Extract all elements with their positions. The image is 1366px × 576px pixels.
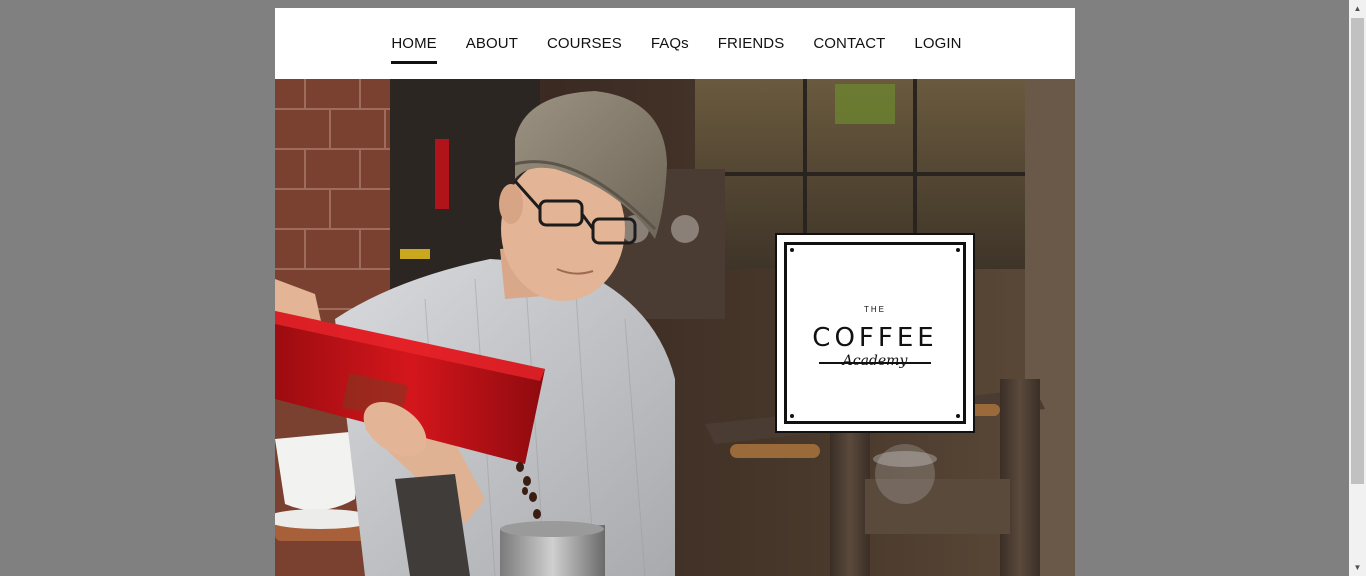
logo-text-academy: Academy	[842, 353, 908, 369]
vertical-scrollbar[interactable]: ▲ ▼	[1349, 0, 1366, 576]
scroll-up-icon[interactable]: ▲	[1349, 0, 1366, 17]
rivet-icon	[956, 414, 960, 418]
nav-item-friends[interactable]: FRIENDS	[703, 8, 799, 79]
rivet-icon	[790, 248, 794, 252]
scrollbar-thumb[interactable]	[1351, 18, 1364, 484]
page-container: HOME ABOUT COURSES FAQs FRIENDS CONTACT …	[275, 8, 1075, 576]
rivet-icon	[790, 414, 794, 418]
scroll-down-icon[interactable]: ▼	[1349, 559, 1366, 576]
nav-menu: HOME ABOUT COURSES FAQs FRIENDS CONTACT …	[275, 8, 1075, 79]
logo-frame: THE COFFEE Academy	[784, 242, 966, 424]
nav-item-courses[interactable]: COURSES	[532, 8, 636, 79]
nav-item-contact[interactable]: CONTACT	[799, 8, 900, 79]
top-navbar: HOME ABOUT COURSES FAQs FRIENDS CONTACT …	[275, 8, 1075, 79]
nav-item-faqs[interactable]: FAQs	[636, 8, 703, 79]
nav-item-home[interactable]: HOME	[377, 8, 451, 79]
hero-banner: THE COFFEE Academy	[275, 79, 1075, 576]
coffee-academy-logo: THE COFFEE Academy	[775, 233, 975, 433]
rivet-icon	[956, 248, 960, 252]
nav-item-about[interactable]: ABOUT	[451, 8, 532, 79]
nav-item-login[interactable]: LOGIN	[900, 8, 976, 79]
logo-text-coffee: COFFEE	[812, 323, 938, 353]
logo-text-the: THE	[864, 305, 886, 314]
